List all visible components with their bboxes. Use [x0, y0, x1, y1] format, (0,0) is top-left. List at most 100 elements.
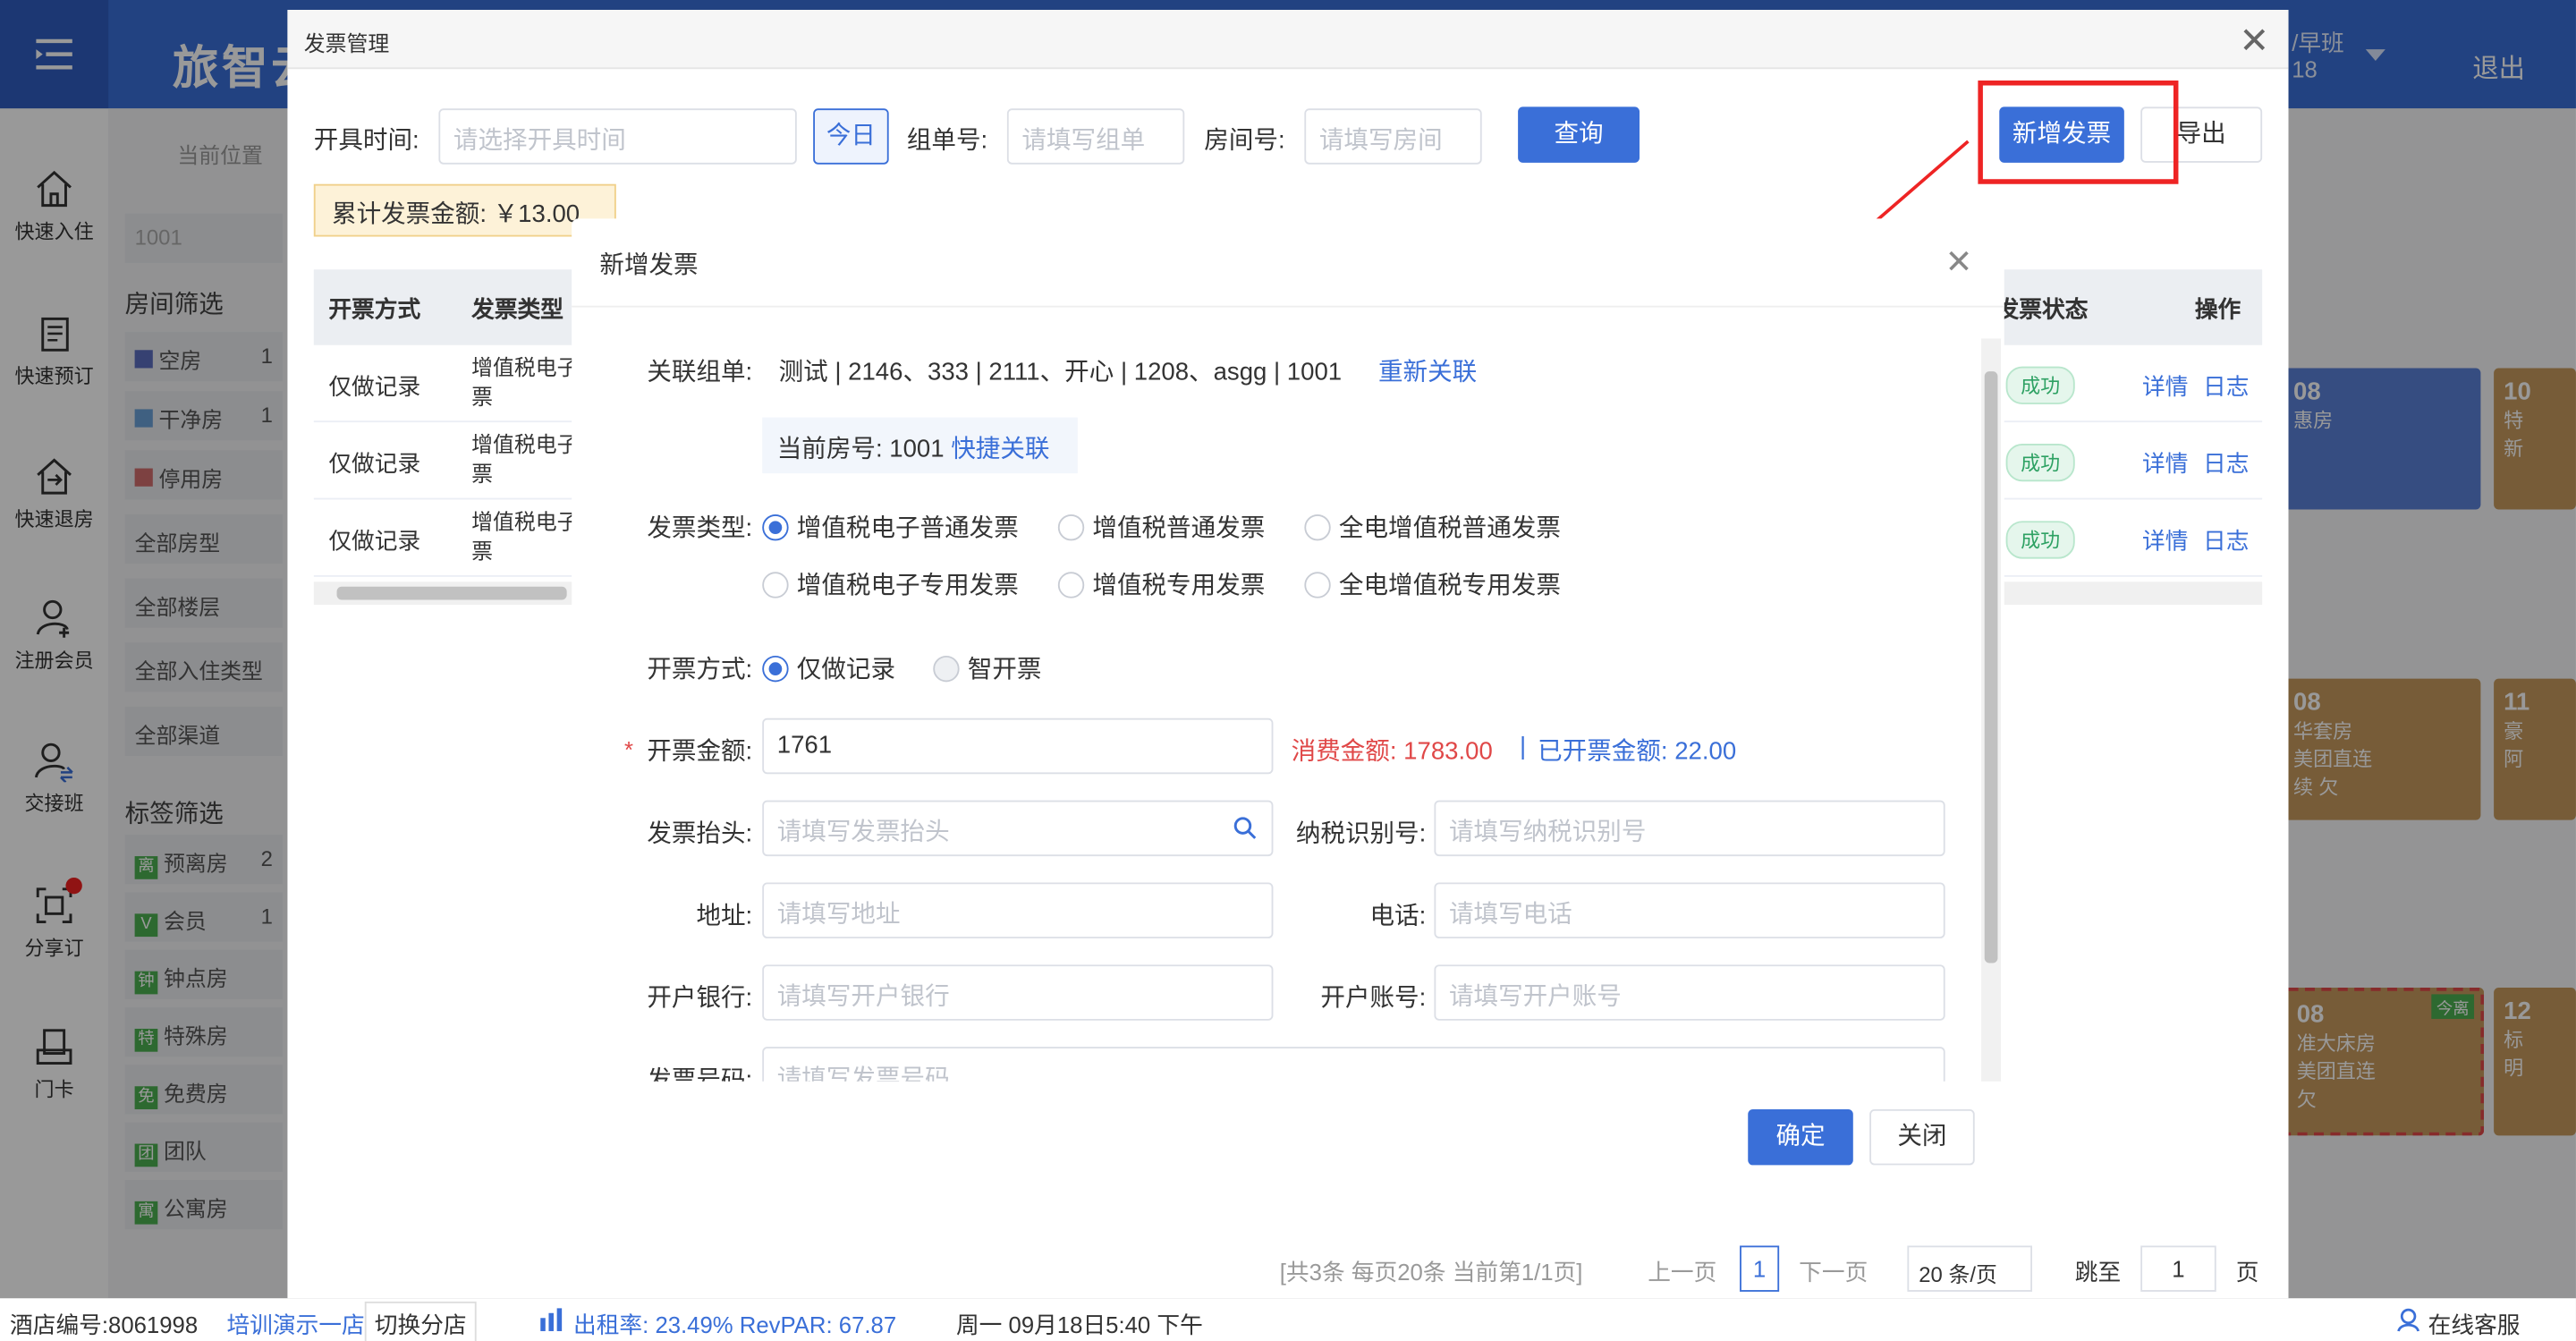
- switch-branch-button[interactable]: 切换分店: [364, 1301, 477, 1341]
- radio-icon: [1057, 513, 1085, 540]
- radio-icon: [1304, 513, 1331, 540]
- status-badge: 成功: [2005, 443, 2075, 482]
- group-input[interactable]: 请填写组单: [1006, 108, 1185, 165]
- account-label: 开户账号:: [1320, 984, 1427, 1013]
- page-size-value: 20 条/页: [1919, 1261, 1997, 1287]
- bar-chart-icon: [540, 1308, 563, 1331]
- cell-status: 成功: [2005, 443, 2075, 482]
- radio-type-1[interactable]: 增值税普通发票: [1057, 509, 1266, 544]
- issued-amount: 已开票金额: 22.00: [1538, 737, 1737, 767]
- add-invoice-dialog: 新增发票 ✕ 关联组单: 测试 | 2146、333 | 2111、开心 | 1…: [572, 218, 2004, 1193]
- title-label: 发票抬头:: [647, 819, 753, 848]
- log-link[interactable]: 日志: [2203, 524, 2249, 557]
- hotel-name: 培训演示一店: [226, 1311, 365, 1338]
- radio-label: 增值税普通发票: [1092, 513, 1266, 543]
- room-label: 房间号:: [1204, 126, 1285, 155]
- radio-label: 全电增值税普通发票: [1338, 513, 1561, 543]
- current-room-box: 当前房号: 1001 快捷关联: [762, 417, 1078, 474]
- occupancy-stats: 出租率: 23.49% RevPAR: 67.87: [573, 1311, 897, 1338]
- radio-label: 增值税电子专用发票: [796, 572, 1019, 600]
- invoice-title-input[interactable]: 请填写发票抬头: [762, 800, 1274, 857]
- radio-mode-smart[interactable]: 智开票: [933, 650, 1041, 685]
- cell-status: 成功: [2005, 366, 2075, 404]
- jump-input[interactable]: 1: [2140, 1245, 2216, 1292]
- page-size-select[interactable]: 20 条/页 ⌄: [1907, 1245, 2032, 1313]
- close-icon[interactable]: ✕: [1945, 242, 1973, 283]
- issue-mode-label: 开票方式:: [647, 655, 753, 684]
- radio-icon: [1057, 571, 1085, 598]
- query-button[interactable]: 查询: [1518, 106, 1640, 163]
- radio-type-4[interactable]: 增值税专用发票: [1057, 567, 1266, 602]
- dialog-title: 新增发票: [572, 218, 2004, 308]
- confirm-button[interactable]: 确定: [1748, 1108, 1853, 1166]
- cell-mode: 仅做记录: [328, 527, 421, 555]
- headset-icon[interactable]: [2395, 1306, 2421, 1332]
- status-bar: 酒店编号:8061998 培训演示一店 切换分店 出租率: 23.49% Rev…: [0, 1298, 2576, 1341]
- header-actions: 操作: [2194, 295, 2241, 323]
- jump-label: 跳至: [2074, 1259, 2122, 1286]
- radio-type-2[interactable]: 全电增值税普通发票: [1304, 509, 1561, 544]
- quick-link-button[interactable]: 快捷关联: [951, 436, 1049, 463]
- close-button[interactable]: 关闭: [1869, 1108, 1975, 1166]
- header-type: 发票类型: [471, 295, 564, 323]
- radio-label: 全电增值税专用发票: [1338, 572, 1561, 600]
- radio-checked-icon: [762, 655, 789, 682]
- cell-type: 增值税电子票: [471, 354, 579, 410]
- phone-input[interactable]: 请填写电话: [1434, 882, 1945, 938]
- consume-amount: 消费金额: 1783.00: [1291, 737, 1493, 767]
- radio-label: 增值税电子普通发票: [796, 513, 1019, 543]
- prev-page-button[interactable]: 上一页: [1648, 1255, 1716, 1288]
- radio-disabled-icon: [933, 655, 960, 682]
- address-input[interactable]: 请填写地址: [762, 882, 1274, 938]
- invoice-number-input[interactable]: 请填写发票号码: [762, 1047, 1945, 1082]
- scroll-thumb[interactable]: [336, 586, 567, 600]
- status-badge: 成功: [2005, 521, 2075, 559]
- close-icon[interactable]: ✕: [2239, 20, 2269, 63]
- vertical-scrollbar[interactable]: [1981, 338, 2002, 1082]
- radio-icon: [1304, 571, 1331, 598]
- link-group-label: 关联组单:: [647, 358, 753, 386]
- cell-mode: 仅做记录: [328, 372, 421, 400]
- radio-label: 智开票: [967, 655, 1042, 684]
- radio-label: 增值税专用发票: [1092, 572, 1266, 600]
- log-link[interactable]: 日志: [2203, 369, 2249, 403]
- log-link[interactable]: 日志: [2203, 447, 2249, 480]
- invoice-number-label: 发票号码:: [647, 1066, 753, 1082]
- cell-mode: 仅做记录: [328, 450, 421, 477]
- status-badge: 成功: [2005, 366, 2075, 404]
- phone-label: 电话:: [1369, 902, 1427, 930]
- current-datetime: 周一 09月18日5:40 下午: [955, 1311, 1203, 1338]
- highlight-box: [1978, 81, 2179, 184]
- invoice-type-label: 发票类型:: [647, 513, 753, 543]
- amount-label: 开票金额:: [647, 737, 753, 767]
- cell-type: 增值税电子票: [471, 432, 579, 487]
- detail-link[interactable]: 详情: [2142, 369, 2188, 403]
- radio-type-3[interactable]: 增值税电子专用发票: [762, 567, 1019, 602]
- online-service-link[interactable]: 在线客服: [2428, 1308, 2521, 1341]
- radio-type-0[interactable]: 增值税电子普通发票: [762, 509, 1019, 544]
- issue-time-input[interactable]: 请选择开具时间: [438, 108, 797, 165]
- radio-mode-record[interactable]: 仅做记录: [762, 650, 895, 685]
- total-amount-badge: 累计发票金额: ￥13.00: [313, 183, 616, 237]
- account-input[interactable]: 请填写开户账号: [1434, 964, 1945, 1021]
- address-label: 地址:: [696, 902, 753, 930]
- radio-type-5[interactable]: 全电增值税专用发票: [1304, 567, 1561, 602]
- page-number-button[interactable]: 1: [1740, 1245, 1780, 1292]
- bank-input[interactable]: 请填写开户银行: [762, 964, 1274, 1021]
- radio-label: 仅做记录: [796, 655, 896, 684]
- detail-link[interactable]: 详情: [2142, 524, 2188, 557]
- scroll-thumb[interactable]: [1984, 371, 1998, 963]
- amount-input[interactable]: 1761: [762, 717, 1274, 775]
- next-page-button[interactable]: 下一页: [1799, 1255, 1868, 1288]
- linked-groups: 测试 | 2146、333 | 2111、开心 | 1208、asgg | 10…: [778, 358, 1343, 386]
- relink-button[interactable]: 重新关联: [1378, 353, 1477, 388]
- today-button[interactable]: 今日: [813, 108, 889, 165]
- cell-type: 增值税电子票: [471, 509, 579, 564]
- detail-link[interactable]: 详情: [2142, 447, 2188, 480]
- room-input[interactable]: 请填写房间: [1304, 108, 1482, 165]
- page-unit-label: 页: [2235, 1259, 2259, 1286]
- tax-id-input[interactable]: 请填写纳税识别号: [1434, 800, 1945, 857]
- current-room: 当前房号: 1001: [776, 435, 945, 464]
- radio-icon: [762, 571, 789, 598]
- header-mode: 开票方式: [328, 295, 421, 323]
